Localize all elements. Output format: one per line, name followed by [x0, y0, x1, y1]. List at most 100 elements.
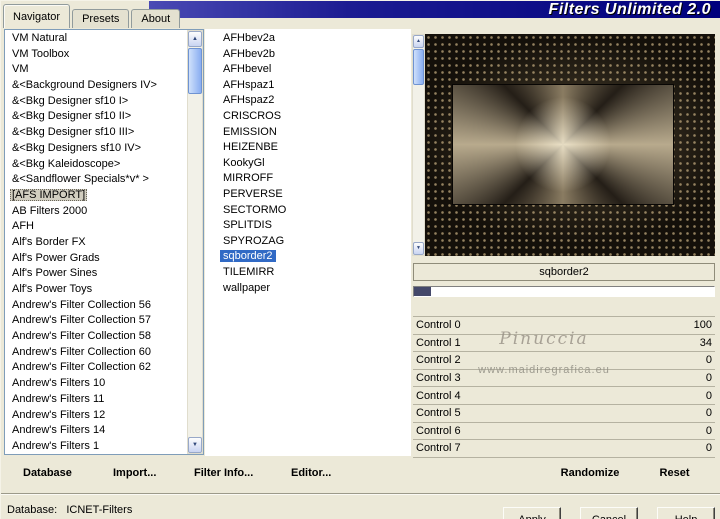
category-item[interactable]: Andrew's Filters 10 — [6, 376, 185, 392]
category-item[interactable]: Andrew's Filter Collection 62 — [6, 360, 185, 376]
category-item-label: &<Background Designers IV> — [12, 79, 157, 92]
filter-info-button[interactable]: Filter Info... — [194, 467, 253, 479]
control-row[interactable]: Control 5 0 — [413, 405, 715, 423]
filter-item[interactable]: TILEMIRR — [205, 265, 411, 281]
control-value: 0 — [705, 389, 712, 402]
filter-item[interactable]: sqborder2 — [205, 249, 411, 265]
control-row[interactable]: Control 4 0 — [413, 387, 715, 405]
randomize-button[interactable]: Randomize — [552, 467, 628, 479]
control-value: 0 — [705, 354, 712, 367]
control-row[interactable]: Control 1 34 — [413, 335, 715, 353]
category-item-label: Andrew's Filters 1 — [12, 439, 100, 452]
filter-list[interactable]: AFHbev2a AFHbev2b AFHbevel AFHspaz1 AFHs… — [205, 29, 411, 456]
category-item-label: Andrew's Filter Collection 58 — [12, 330, 152, 343]
category-item[interactable]: Andrew's Filters 1 — [6, 439, 185, 454]
category-item[interactable]: Andrew's Filter Collection 56 — [6, 298, 185, 314]
control-value: 0 — [705, 442, 712, 455]
status-divider — [1, 493, 720, 495]
editor-button[interactable]: Editor... — [291, 467, 331, 479]
control-row[interactable]: Control 0 100 — [413, 317, 715, 335]
scroll-up-icon[interactable]: ▲ — [188, 31, 202, 47]
category-item-label: Andrew's Filters 14 — [12, 424, 106, 437]
category-item[interactable]: [AFS IMPORT] — [6, 188, 185, 204]
category-item[interactable]: Andrew's Filters 11 — [6, 392, 185, 408]
filter-item[interactable]: SPYROZAG — [205, 234, 411, 250]
footer-button[interactable]: Cancel — [580, 507, 638, 519]
category-item[interactable]: &<Sandflower Specials*v* > — [6, 172, 185, 188]
footer-button[interactable]: Apply — [503, 507, 561, 519]
scrollbar-thumb[interactable] — [413, 49, 424, 85]
filter-item[interactable]: AFHbevel — [205, 62, 411, 78]
category-item[interactable]: Andrew's Filter Collection 58 — [6, 329, 185, 345]
filter-item[interactable]: wallpaper — [205, 281, 411, 297]
database-button[interactable]: Database — [23, 467, 72, 479]
filter-item[interactable]: AFHspaz2 — [205, 93, 411, 109]
filter-item[interactable]: AFHbev2a — [205, 31, 411, 47]
category-item[interactable]: Andrew's Filter Collection 57 — [6, 313, 185, 329]
category-item[interactable]: Andrew's Filter Collection 60 — [6, 345, 185, 361]
category-item[interactable]: &<Bkg Designer sf10 I> — [6, 94, 185, 110]
control-row[interactable]: Control 2 0 — [413, 352, 715, 370]
filter-item[interactable]: SPLITDIS — [205, 218, 411, 234]
control-row[interactable]: Control 7 0 — [413, 440, 715, 458]
category-list[interactable]: VM Natural VM Toolbox VM &<Background De… — [4, 29, 204, 455]
category-item[interactable]: AB Filters 2000 — [6, 204, 185, 220]
category-item[interactable]: &<Bkg Designer sf10 III> — [6, 125, 185, 141]
control-label: Control 1 — [416, 336, 461, 349]
import-button[interactable]: Import... — [113, 467, 156, 479]
control-row[interactable]: Control 3 0 — [413, 370, 715, 388]
filter-item[interactable]: AFHspaz1 — [205, 78, 411, 94]
scroll-up-icon[interactable]: ▲ — [413, 35, 424, 48]
filter-item[interactable]: MIRROFF — [205, 171, 411, 187]
progress-bar — [413, 286, 715, 297]
category-item[interactable]: Alf's Border FX — [6, 235, 185, 251]
category-item[interactable]: Alf's Power Sines — [6, 266, 185, 282]
tab[interactable]: About — [131, 9, 181, 28]
control-label: Control 7 — [416, 442, 461, 455]
category-item[interactable]: VM Natural — [6, 31, 185, 47]
category-item[interactable]: Andrew's Filters 12 — [6, 408, 185, 424]
footer-button[interactable]: Help — [657, 507, 715, 519]
filter-item-label: TILEMIRR — [223, 265, 275, 278]
category-item[interactable]: &<Bkg Kaleidoscope> — [6, 157, 185, 173]
filter-item[interactable]: KookyGl — [205, 156, 411, 172]
filter-item[interactable]: SECTORMO — [205, 203, 411, 219]
category-item[interactable]: &<Background Designers IV> — [6, 78, 185, 94]
category-item-label: Andrew's Filter Collection 62 — [12, 361, 152, 374]
filter-preview-pane[interactable] — [425, 34, 715, 256]
category-list-scrollbar[interactable]: ▲ ▼ — [187, 30, 203, 454]
category-item-label: Alf's Power Sines — [12, 267, 98, 280]
control-row[interactable]: Control 6 0 — [413, 423, 715, 441]
filter-item-label: AFHbevel — [223, 63, 272, 76]
category-item[interactable]: AFH — [6, 219, 185, 235]
category-item-label: AFH — [12, 220, 34, 233]
filter-item[interactable]: EMISSION — [205, 125, 411, 141]
footer-button-label: Apply — [518, 514, 546, 519]
control-value: 0 — [705, 424, 712, 437]
scroll-down-icon[interactable]: ▼ — [413, 242, 424, 255]
filter-item[interactable]: CRISCROS — [205, 109, 411, 125]
category-item[interactable]: VM — [6, 62, 185, 78]
category-item-label: Alf's Power Toys — [12, 283, 93, 295]
preview-scrollbar[interactable]: ▲ ▼ — [412, 34, 425, 256]
footer-button-label: Help — [675, 514, 698, 519]
filter-item-label: CRISCROS — [223, 109, 282, 122]
filter-item[interactable]: PERVERSE — [205, 187, 411, 203]
scrollbar-thumb[interactable] — [188, 48, 202, 94]
filter-item-label: sqborder2 — [220, 250, 276, 263]
category-item[interactable]: &<Bkg Designers sf10 IV> — [6, 141, 185, 157]
category-item-label: Alf's Border FX — [12, 235, 86, 248]
filter-item[interactable]: AFHbev2b — [205, 47, 411, 63]
category-item[interactable]: Alf's Power Toys — [6, 282, 185, 298]
tab[interactable]: Presets — [72, 9, 130, 28]
filter-item[interactable]: HEIZENBE — [205, 140, 411, 156]
reset-button[interactable]: Reset — [652, 467, 697, 479]
footer-button-row: Apply Cancel Help — [503, 507, 715, 519]
scroll-down-icon[interactable]: ▼ — [188, 437, 202, 453]
category-item[interactable]: Alf's Power Grads — [6, 251, 185, 267]
category-item[interactable]: &<Bkg Designer sf10 II> — [6, 109, 185, 125]
category-item-label: VM — [12, 63, 29, 76]
tab[interactable]: Navigator — [3, 4, 71, 28]
category-item[interactable]: Andrew's Filters 14 — [6, 423, 185, 439]
category-item[interactable]: VM Toolbox — [6, 47, 185, 63]
